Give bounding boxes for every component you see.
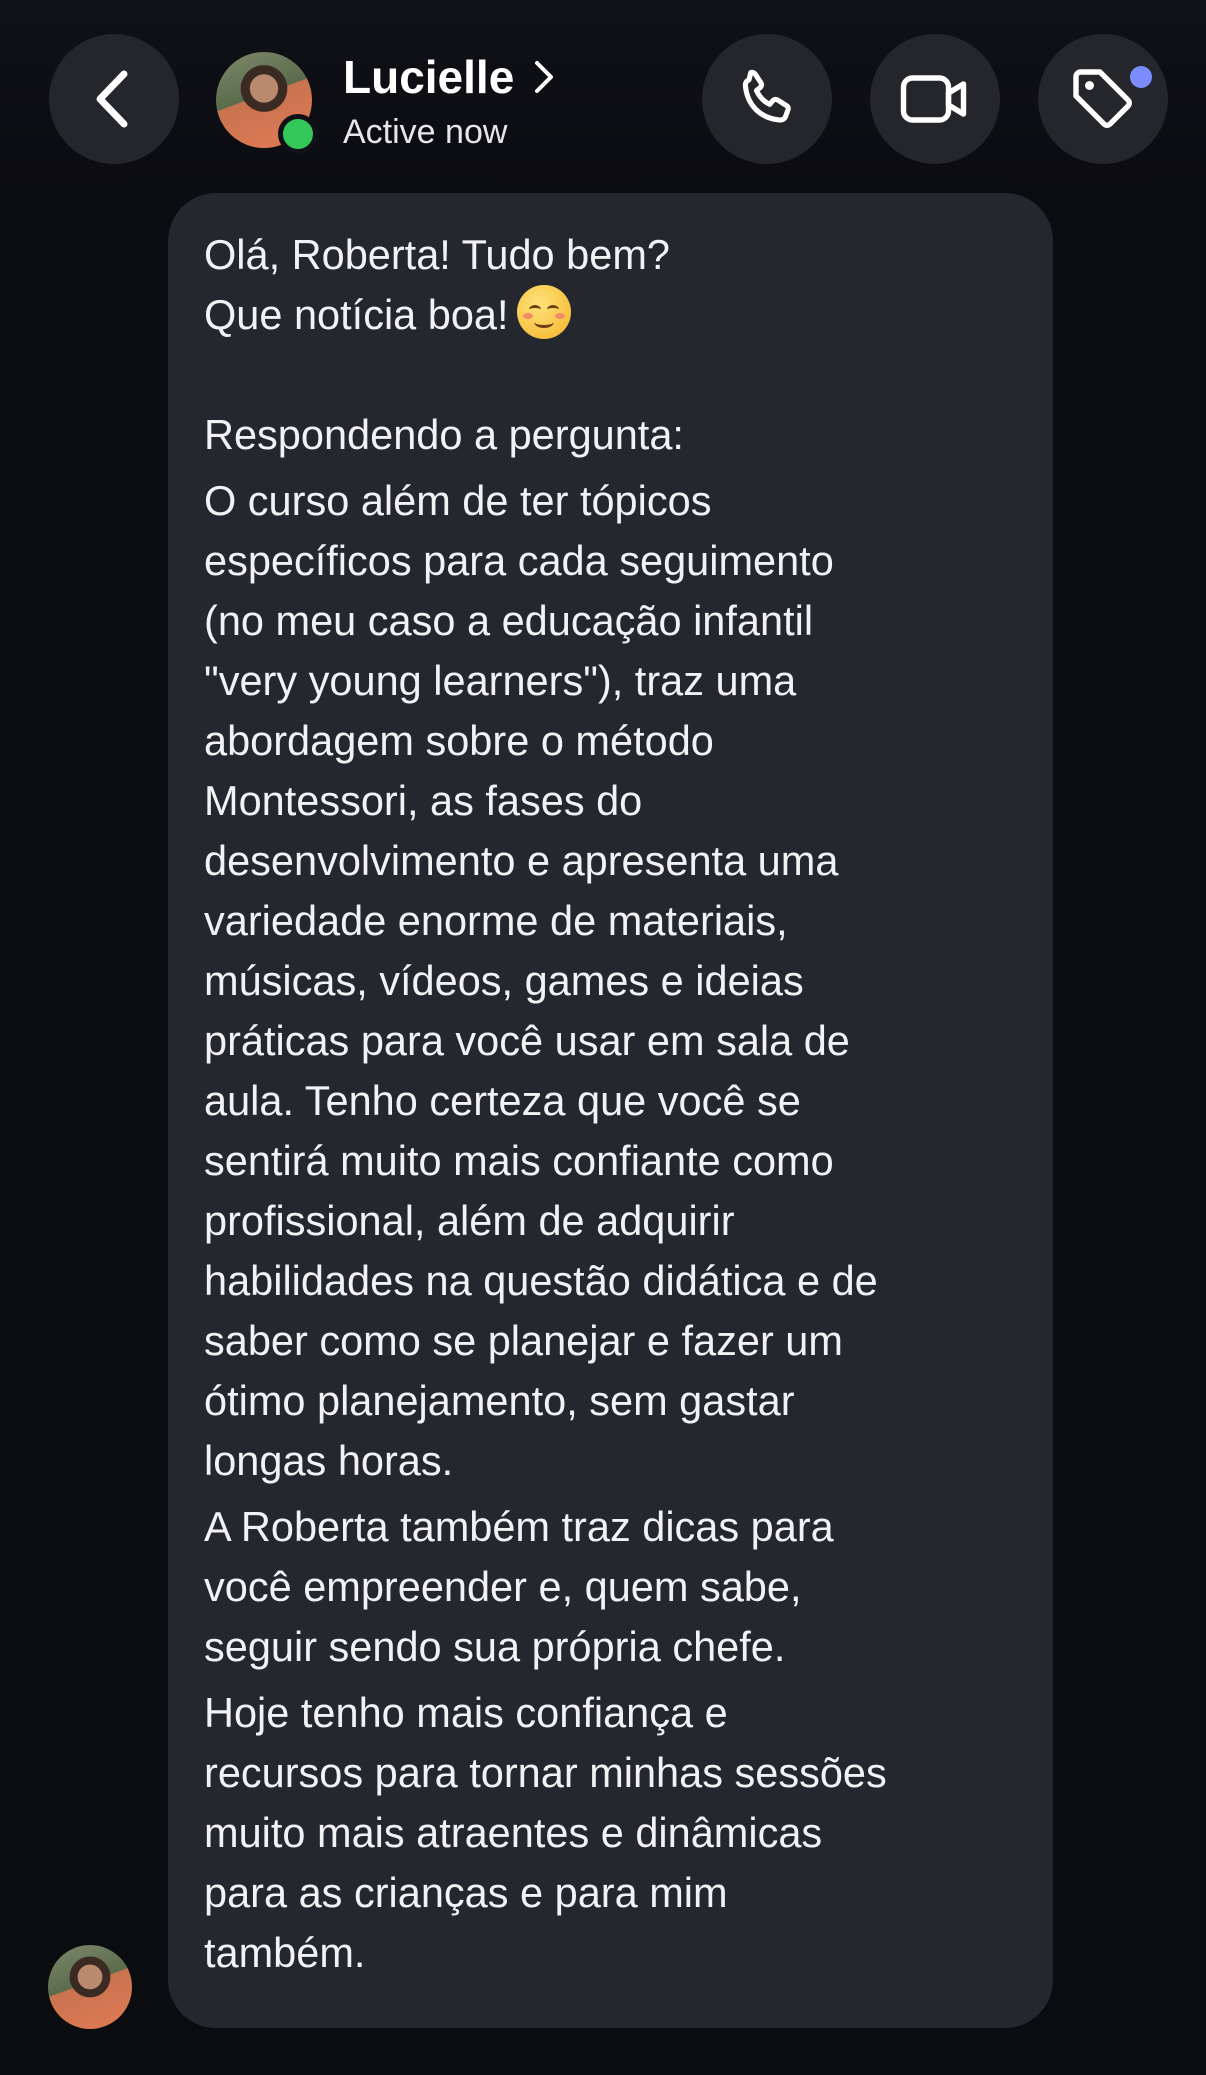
notification-dot (1130, 66, 1152, 88)
message-paragraph: O curso além de ter tópicos específicos … (204, 477, 878, 1484)
tag-button[interactable] (1038, 34, 1168, 164)
phone-icon (742, 69, 791, 123)
message-paragraph: A Roberta também traz dicas para você em… (204, 1503, 834, 1670)
chevron-left-icon (96, 70, 128, 128)
message-greeting-line1: Olá, Roberta! Tudo bem? (204, 231, 670, 278)
contact-avatar-wrapper[interactable] (216, 52, 318, 154)
sender-avatar[interactable] (48, 1945, 132, 2029)
video-call-button[interactable] (870, 34, 1000, 164)
blush-right (554, 313, 565, 319)
chat-header: Lucielle Active now (0, 0, 1206, 190)
message-paragraph: Respondendo a pergunta: (204, 411, 684, 458)
tag-icon (1073, 69, 1132, 128)
chevron-right-icon (535, 61, 554, 93)
message-greeting-line2: Que notícia boa! (204, 285, 1017, 345)
emoji-mouth (533, 316, 554, 328)
greeting-text: Que notícia boa! (204, 291, 509, 338)
contact-status: Active now (343, 113, 508, 151)
video-camera-icon (900, 75, 967, 123)
smiling-face-icon (516, 285, 571, 339)
blush-left (522, 313, 533, 319)
message-bubble[interactable]: Olá, Roberta! Tudo bem? Que notícia boa!… (168, 193, 1053, 2028)
contact-name-link[interactable]: Lucielle (343, 50, 556, 104)
chat-screen: Lucielle Active now Olá, Roberta! Tudo b… (0, 0, 1206, 2075)
back-button[interactable] (49, 34, 179, 164)
online-status-dot (278, 114, 318, 154)
message-paragraph: Hoje tenho mais confiança e recursos par… (204, 1689, 887, 1976)
contact-name: Lucielle (343, 51, 515, 103)
voice-call-button[interactable] (702, 34, 832, 164)
